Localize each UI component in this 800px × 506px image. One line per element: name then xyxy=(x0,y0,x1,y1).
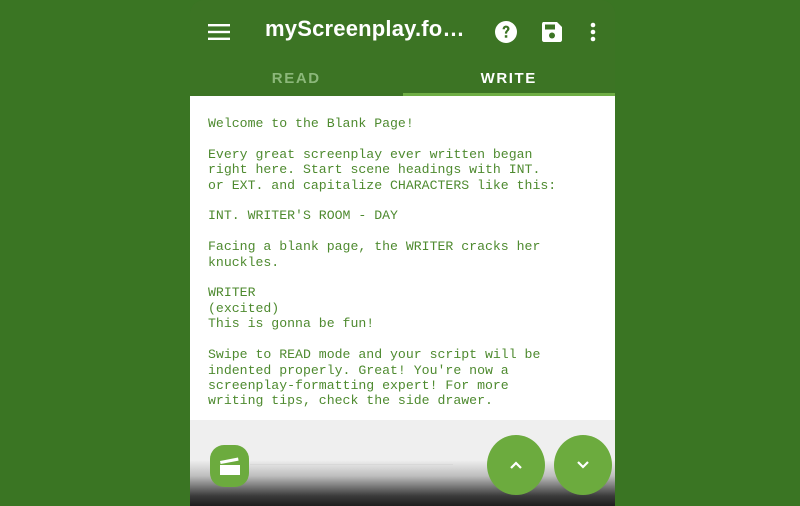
scroll-up-button[interactable] xyxy=(487,435,545,495)
scene-navigator-button[interactable] xyxy=(210,445,249,487)
scroll-track[interactable] xyxy=(250,464,453,465)
app-window: myScreenplay.fou… READ WRITE Welcome to … xyxy=(190,0,615,506)
chevron-up-icon xyxy=(510,461,522,469)
chevron-down-icon xyxy=(577,461,589,469)
help-circle-icon xyxy=(495,21,517,43)
bottom-bar xyxy=(190,420,615,506)
script-text[interactable]: Welcome to the Blank Page! Every great s… xyxy=(190,96,615,409)
clapperboard-icon xyxy=(219,457,240,475)
mode-tabs: READ WRITE xyxy=(190,62,615,96)
hamburger-menu-icon xyxy=(208,24,230,40)
menu-button[interactable] xyxy=(201,14,237,50)
floppy-save-icon xyxy=(542,22,562,42)
scroll-down-button[interactable] xyxy=(554,435,612,495)
more-vertical-icon xyxy=(590,22,596,42)
overflow-menu-button[interactable] xyxy=(575,14,611,50)
script-editor[interactable]: Welcome to the Blank Page! Every great s… xyxy=(190,96,615,420)
save-button[interactable] xyxy=(534,14,570,50)
tab-read[interactable]: READ xyxy=(190,62,403,96)
app-bar: myScreenplay.fou… xyxy=(190,0,615,62)
help-button[interactable] xyxy=(488,14,524,50)
document-title: myScreenplay.fou… xyxy=(265,16,475,41)
tab-write[interactable]: WRITE xyxy=(402,62,616,96)
